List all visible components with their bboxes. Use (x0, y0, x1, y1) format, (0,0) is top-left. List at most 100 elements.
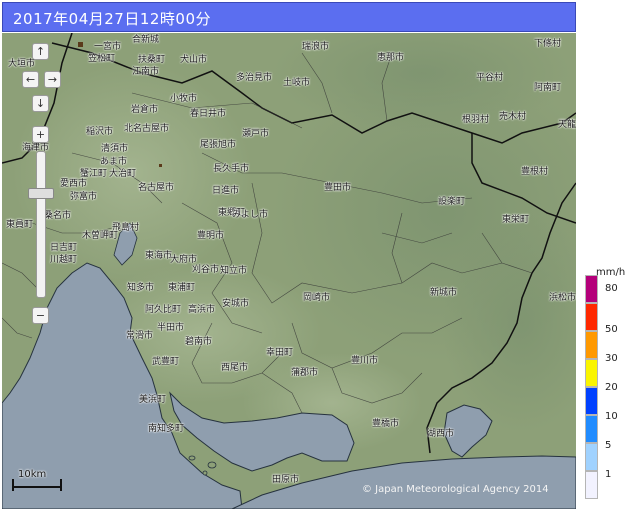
rain-radar-map[interactable]: 合新城 瑞浪市 恵那市 下條村 大垣市 一宮市 笠松町 扶桑町 犬山市 江南市 … (2, 33, 576, 509)
map-timestamp: 2017年04月27日12時00分 (13, 10, 212, 28)
city-label: 常滑市 (126, 331, 154, 341)
legend-swatch (585, 303, 598, 331)
city-label: 阿南町 (534, 83, 562, 93)
city-label: 日進市 (212, 186, 240, 196)
title-bar: 2017年04月27日12時00分 (2, 2, 576, 32)
copyright-text: © Japan Meteorological Agency 2014 (362, 484, 549, 495)
city-label: 豊橋市 (372, 419, 400, 429)
legend-level: 20 (605, 382, 618, 393)
legend-level: 50 (605, 324, 618, 335)
city-label: 春日井市 (190, 109, 227, 119)
legend-level: 10 (605, 411, 618, 422)
city-label: 名古屋市 (138, 183, 175, 193)
pan-down-button[interactable]: ↓ (32, 95, 49, 112)
city-label: 浜松市 (549, 293, 576, 303)
city-label: 根羽村 (462, 115, 490, 125)
city-label: 土岐市 (283, 78, 311, 88)
pan-right-button[interactable]: → (44, 71, 61, 88)
city-label: 阿久比町 (145, 305, 182, 315)
city-label: 多治見市 (236, 73, 273, 83)
city-label: 設楽町 (438, 197, 466, 207)
city-label: 高浜市 (188, 305, 216, 315)
legend-level: 5 (605, 440, 612, 451)
city-label: 岩倉市 (131, 105, 159, 115)
city-label: 東海市 (145, 251, 173, 261)
legend-swatch (585, 471, 598, 499)
city-label: 知多市 (127, 283, 155, 293)
city-label: 岡崎市 (303, 293, 331, 303)
city-label: 知立市 (220, 266, 248, 276)
city-label: 一宮市 (94, 42, 122, 52)
city-label: 扶桑町 (138, 55, 166, 65)
city-label: 豊根村 (521, 167, 549, 177)
city-label: 蒲郡市 (291, 368, 319, 378)
city-label: 愛西市 (60, 179, 88, 189)
city-label: 幸田町 (266, 348, 294, 358)
city-label: 長久手市 (213, 164, 250, 174)
city-label: 天龍 (558, 120, 576, 130)
precipitation-legend: mm/h 80 50 30 20 10 5 1 (584, 267, 638, 507)
city-label: 大治町 (109, 169, 137, 179)
zoom-slider-handle[interactable] (28, 188, 54, 199)
map-terrain (2, 33, 576, 509)
legend-swatch (585, 387, 598, 415)
legend-swatch (585, 331, 598, 359)
city-label: 碧南市 (185, 337, 213, 347)
legend-swatch (585, 443, 598, 471)
city-label: 湖西市 (427, 429, 455, 439)
legend-level: 80 (605, 283, 618, 294)
city-label: 木曽岬町 (82, 231, 119, 241)
city-label: 平谷村 (476, 73, 504, 83)
city-label: 安城市 (222, 299, 250, 309)
zoom-out-button[interactable]: − (32, 307, 49, 324)
zoom-slider-track[interactable] (36, 151, 46, 298)
city-label: 清須市 (101, 144, 129, 154)
city-label: 売木村 (499, 112, 527, 122)
city-label: 半田市 (157, 323, 185, 333)
city-label: 田原市 (272, 475, 300, 485)
city-label: 武豊町 (152, 357, 180, 367)
city-label: 下條村 (534, 39, 562, 49)
legend-swatch (585, 415, 598, 443)
city-label: 大府市 (170, 255, 198, 265)
city-label: 大垣市 (8, 59, 36, 69)
city-label: 美浜町 (139, 395, 167, 405)
city-label: 豊明市 (197, 231, 225, 241)
city-label: 桑名市 (44, 211, 72, 221)
city-label: 瑞浪市 (302, 42, 330, 52)
scale-label: 10km (18, 469, 47, 480)
city-label: 川越町 (50, 255, 78, 265)
city-label: 弥富市 (70, 192, 98, 202)
city-label: 笠松町 (88, 54, 116, 64)
pan-up-button[interactable]: ↑ (32, 43, 49, 60)
city-label: 北名古屋市 (124, 124, 170, 134)
legend-swatch (585, 275, 598, 303)
city-label: 蟹江町 (80, 169, 108, 179)
city-label: 尾張旭市 (200, 140, 237, 150)
legend-swatch (585, 359, 598, 387)
city-label: あま市 (100, 157, 128, 167)
city-label: 稲沢市 (86, 127, 114, 137)
city-label: 東員町 (6, 220, 34, 230)
city-label: 豊田市 (324, 183, 352, 193)
city-label: 西尾市 (221, 363, 249, 373)
legend-unit: mm/h (596, 267, 626, 278)
city-label: 新城市 (430, 288, 458, 298)
city-label: 合新城 (132, 35, 160, 45)
legend-level: 30 (605, 353, 618, 364)
city-label: 恵那市 (377, 53, 405, 63)
pan-left-button[interactable]: ← (22, 71, 39, 88)
city-label: 犬山市 (180, 55, 208, 65)
city-label: 日吉町 (50, 243, 78, 253)
city-label: 東栄町 (502, 215, 530, 225)
city-label: 瀬戸市 (242, 129, 270, 139)
zoom-in-button[interactable]: + (32, 126, 49, 143)
scale-bar: 10km (12, 469, 64, 497)
city-label: 刈谷市 (192, 265, 220, 275)
city-label: 東浦町 (168, 283, 196, 293)
city-label: 南知多町 (148, 424, 185, 434)
city-label: 小牧市 (170, 94, 198, 104)
city-label: 豊川市 (351, 356, 379, 366)
city-label: みよし市 (232, 210, 269, 220)
city-label: 江南市 (132, 67, 160, 77)
